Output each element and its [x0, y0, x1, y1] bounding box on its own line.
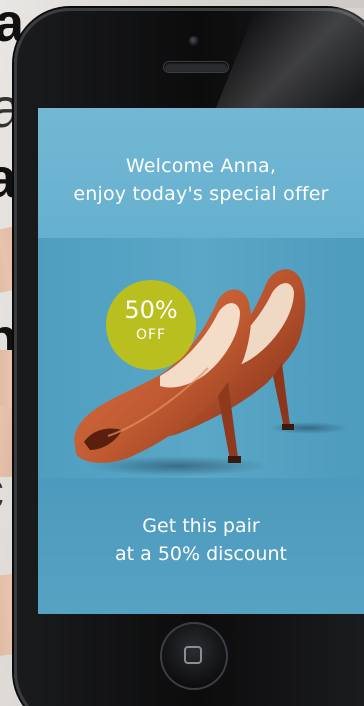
welcome-line: enjoy today's special offer: [73, 183, 329, 205]
home-button[interactable]: [160, 622, 228, 690]
front-camera-icon: [189, 36, 199, 46]
discount-message[interactable]: Get this pair at a 50% discount: [38, 512, 364, 568]
badge-percent: 50%: [124, 296, 178, 324]
app-screen: Welcome Anna, enjoy today's special offe…: [38, 108, 364, 614]
discount-line: at a 50% discount: [115, 543, 287, 565]
discount-line: Get this pair: [142, 515, 260, 537]
badge-off-label: OFF: [135, 327, 167, 343]
shoe-product-image[interactable]: [68, 258, 358, 478]
discount-badge: 50% OFF: [106, 280, 196, 370]
photo-scene: a a a n c Welcome Anna, enjoy today's sp…: [0, 0, 364, 706]
speaker-grille-icon: [164, 62, 228, 72]
welcome-line: Welcome Anna,: [125, 155, 277, 177]
welcome-message: Welcome Anna, enjoy today's special offe…: [38, 152, 364, 208]
home-square-icon: [184, 646, 202, 664]
shoe-shadow: [268, 422, 348, 434]
